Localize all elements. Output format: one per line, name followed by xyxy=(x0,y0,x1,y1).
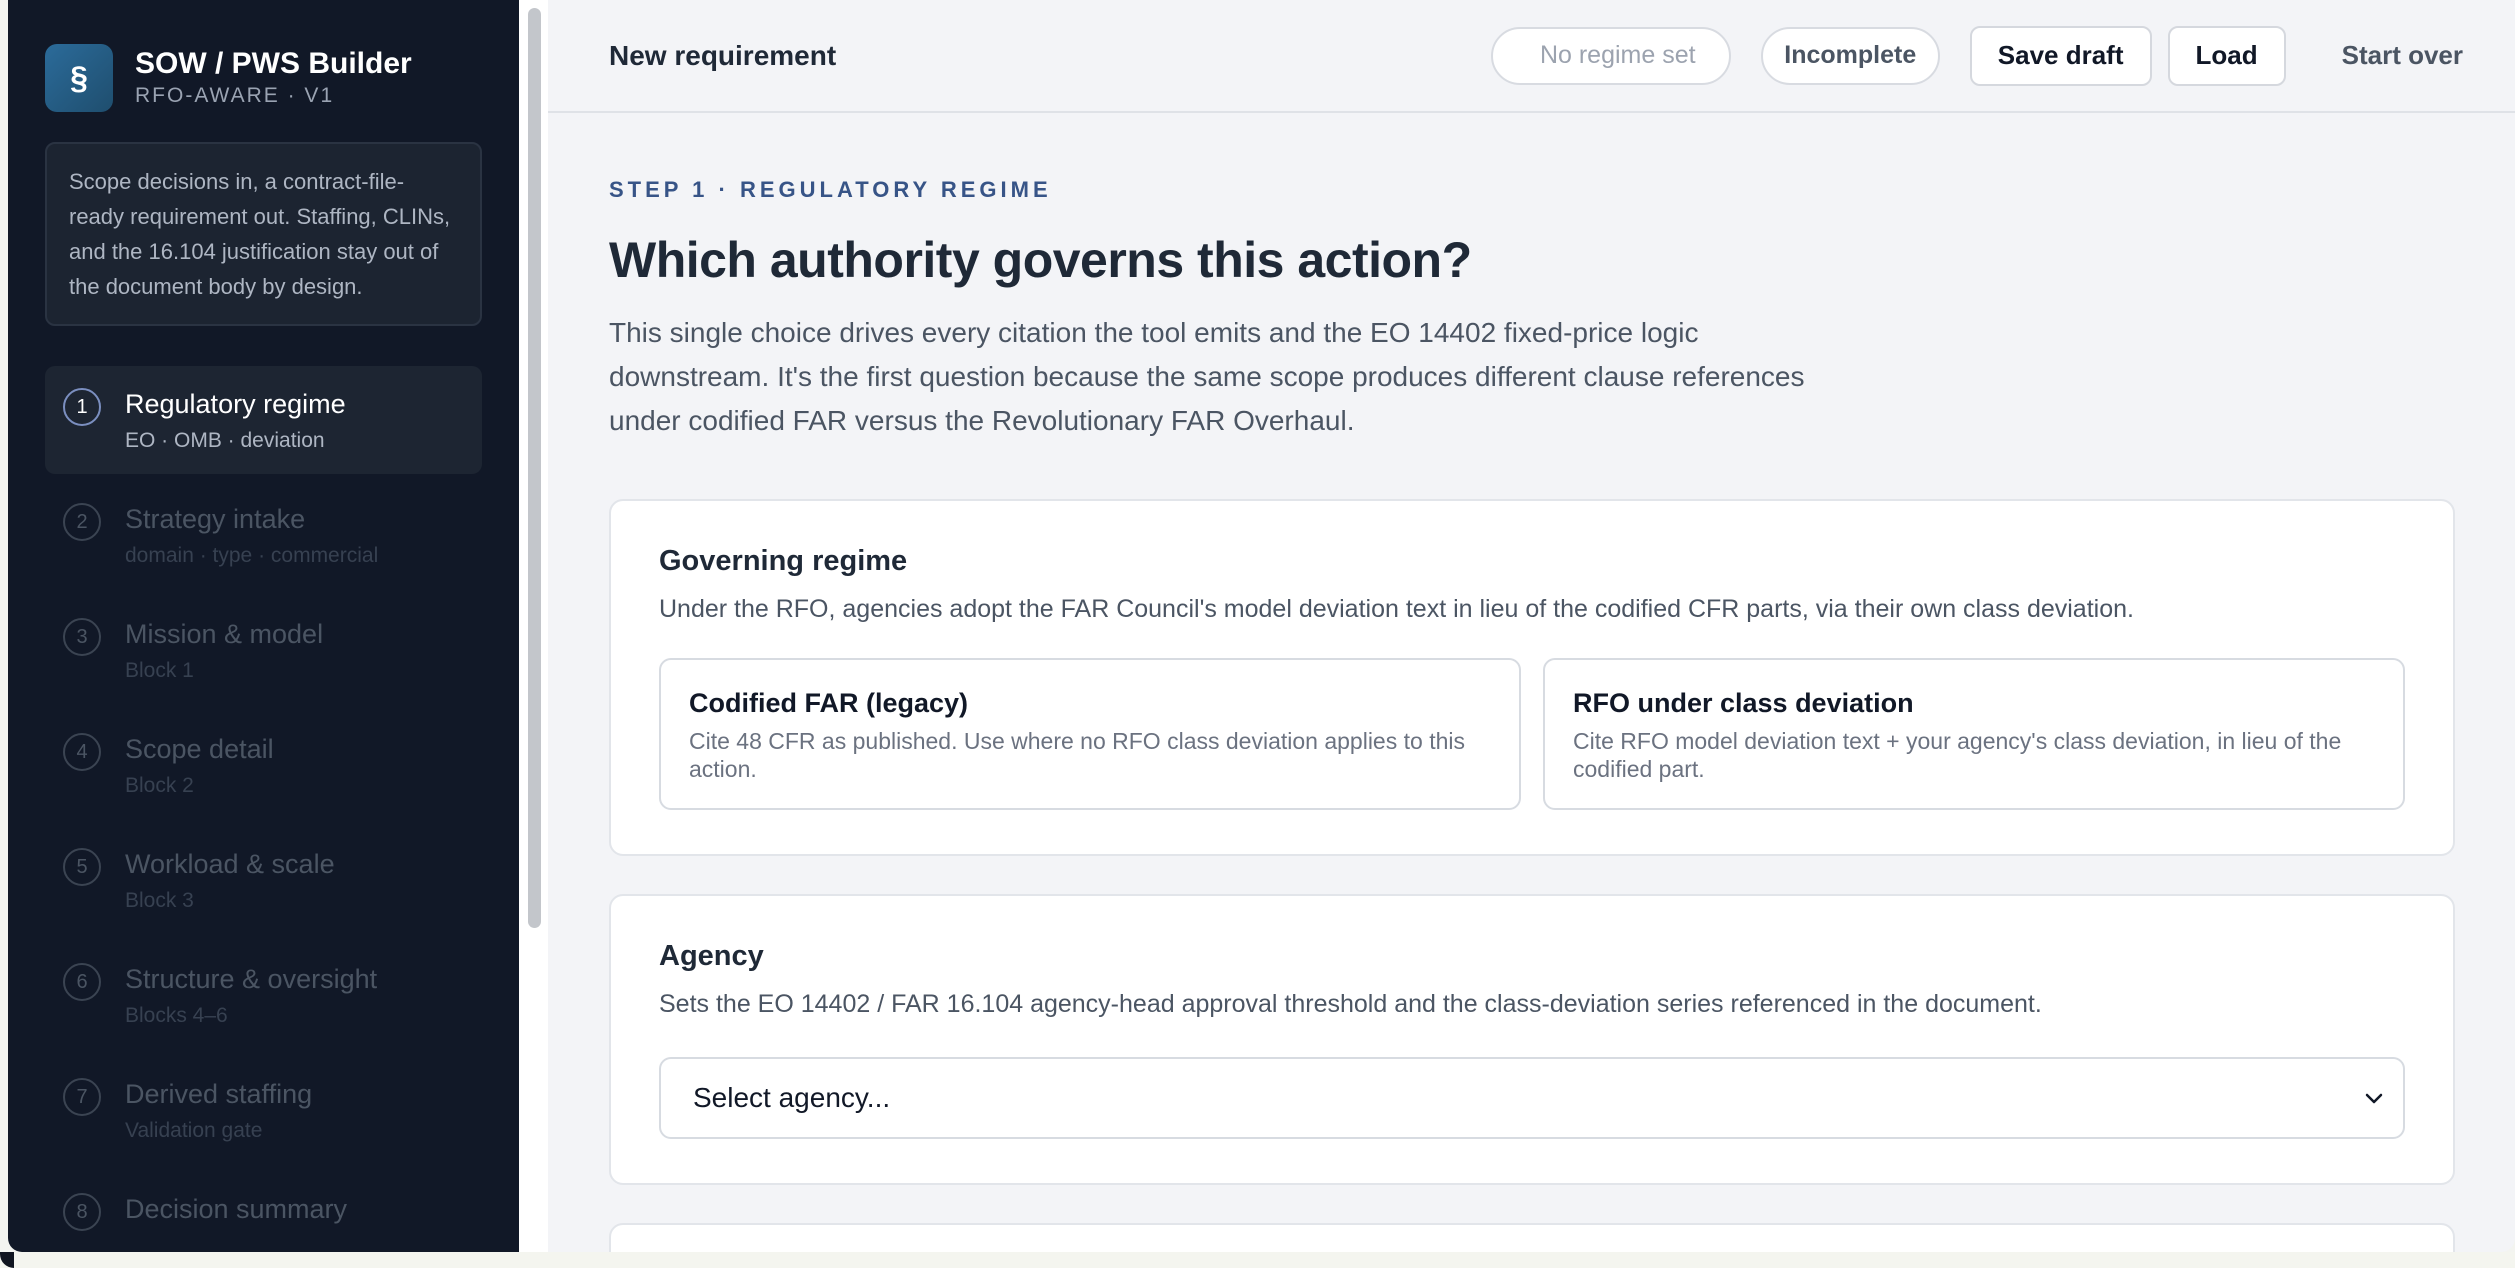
card-title: Agency xyxy=(659,940,764,972)
step-label: Decision summary xyxy=(125,1194,348,1224)
save-draft-button[interactable]: Save draft xyxy=(1969,25,2152,86)
app-title: SOW / PWS Builder xyxy=(135,47,412,80)
step-number-badge: 7 xyxy=(63,1078,101,1116)
brand: § SOW / PWS Builder RFO-AWARE · V1 xyxy=(45,44,482,112)
regime-options: Codified FAR (legacy) Cite 48 CFR as pub… xyxy=(659,658,2405,810)
step-label: Regulatory regime xyxy=(125,389,346,419)
intro-panel: Scope decisions in, a contract-file-read… xyxy=(45,142,482,326)
next-card xyxy=(609,1223,2455,1252)
page-lead: This single choice drives every citation… xyxy=(609,317,1805,436)
requirement-title: New requirement xyxy=(609,39,837,71)
step-label: Workload & scale xyxy=(125,849,335,879)
card-description: Sets the EO 14402 / FAR 16.104 agency-he… xyxy=(659,990,2042,1018)
step-number-badge: 4 xyxy=(63,733,101,771)
section-sign-icon: § xyxy=(45,44,113,112)
step-number-badge: 8 xyxy=(63,1193,101,1231)
start-over-button[interactable]: Start over xyxy=(2316,26,2489,86)
scrollbar-thumb[interactable] xyxy=(528,8,541,928)
step-sublabel: Validation gate xyxy=(125,1119,263,1142)
agency-select-value: Select agency... xyxy=(693,1082,891,1113)
completion-status-chip: Incomplete xyxy=(1760,26,1940,85)
card-description: Under the RFO, agencies adopt the FAR Co… xyxy=(659,595,2134,623)
option-title: Codified FAR (legacy) xyxy=(689,688,969,718)
window-bottom-edge xyxy=(0,1252,2515,1268)
option-codified-far[interactable]: Codified FAR (legacy) Cite 48 CFR as pub… xyxy=(659,658,1521,810)
governing-regime-card: Governing regime Under the RFO, agencies… xyxy=(609,499,2455,856)
step-number-badge: 1 xyxy=(63,388,101,426)
step-label: Scope detail xyxy=(125,734,274,764)
step-item-regulatory-regime[interactable]: 1 Regulatory regime EO · OMB · deviation xyxy=(45,366,482,474)
step-item-strategy-intake[interactable]: 2 Strategy intake domain · type · commer… xyxy=(45,481,482,589)
step-nav: 1 Regulatory regime EO · OMB · deviation… xyxy=(45,366,482,1252)
topbar: New requirement No regime set Incomplete… xyxy=(548,0,2515,113)
card-title: Governing regime xyxy=(659,545,908,577)
step-content: STEP 1 · REGULATORY REGIME Which authori… xyxy=(548,113,2515,1252)
step-sublabel: domain · type · commercial xyxy=(125,544,379,567)
option-description: Cite RFO model deviation text + your age… xyxy=(1573,728,2342,782)
step-number-badge: 2 xyxy=(63,503,101,541)
app-subtitle: RFO-AWARE · V1 xyxy=(135,84,335,107)
option-title: RFO under class deviation xyxy=(1573,688,1914,718)
page-title: Which authority governs this action? xyxy=(609,232,1472,288)
step-item-mission-model[interactable]: 3 Mission & model Block 1 xyxy=(45,596,482,704)
step-item-workload-scale[interactable]: 5 Workload & scale Block 3 xyxy=(45,826,482,934)
step-sublabel: EO · OMB · deviation xyxy=(125,429,325,452)
load-button[interactable]: Load xyxy=(2167,25,2286,86)
step-item-derived-staffing[interactable]: 7 Derived staffing Validation gate xyxy=(45,1056,482,1164)
step-item-structure-oversight[interactable]: 6 Structure & oversight Blocks 4–6 xyxy=(45,941,482,1049)
step-sublabel: Blocks 4–6 xyxy=(125,1004,228,1027)
agency-select[interactable]: Select agency... xyxy=(659,1057,2405,1139)
step-label: Mission & model xyxy=(125,619,324,649)
sidebar-scrollbar[interactable] xyxy=(519,0,548,1252)
regime-status-chip: No regime set xyxy=(1490,26,1731,85)
chevron-down-icon xyxy=(2361,1085,2387,1118)
step-label: Strategy intake xyxy=(125,504,306,534)
step-sublabel: Block 1 xyxy=(125,659,194,682)
step-label: Structure & oversight xyxy=(125,964,378,994)
step-eyebrow: STEP 1 · REGULATORY REGIME xyxy=(609,177,1052,202)
step-number-badge: 5 xyxy=(63,848,101,886)
option-description: Cite 48 CFR as published. Use where no R… xyxy=(689,728,1465,782)
step-number-badge: 3 xyxy=(63,618,101,656)
sidebar: § SOW / PWS Builder RFO-AWARE · V1 Scope… xyxy=(8,0,519,1252)
option-rfo-class-deviation[interactable]: RFO under class deviation Cite RFO model… xyxy=(1543,658,2405,810)
main-panel: New requirement No regime set Incomplete… xyxy=(548,0,2515,1252)
step-sublabel: Block 3 xyxy=(125,889,194,912)
step-number-badge: 6 xyxy=(63,963,101,1001)
app-window: § SOW / PWS Builder RFO-AWARE · V1 Scope… xyxy=(8,0,2515,1252)
step-item-scope-detail[interactable]: 4 Scope detail Block 2 xyxy=(45,711,482,819)
agency-card: Agency Sets the EO 14402 / FAR 16.104 ag… xyxy=(609,894,2455,1185)
step-sublabel: Block 2 xyxy=(125,774,194,797)
step-item-decision-summary[interactable]: 8 Decision summary xyxy=(45,1171,482,1252)
step-label: Derived staffing xyxy=(125,1079,313,1109)
